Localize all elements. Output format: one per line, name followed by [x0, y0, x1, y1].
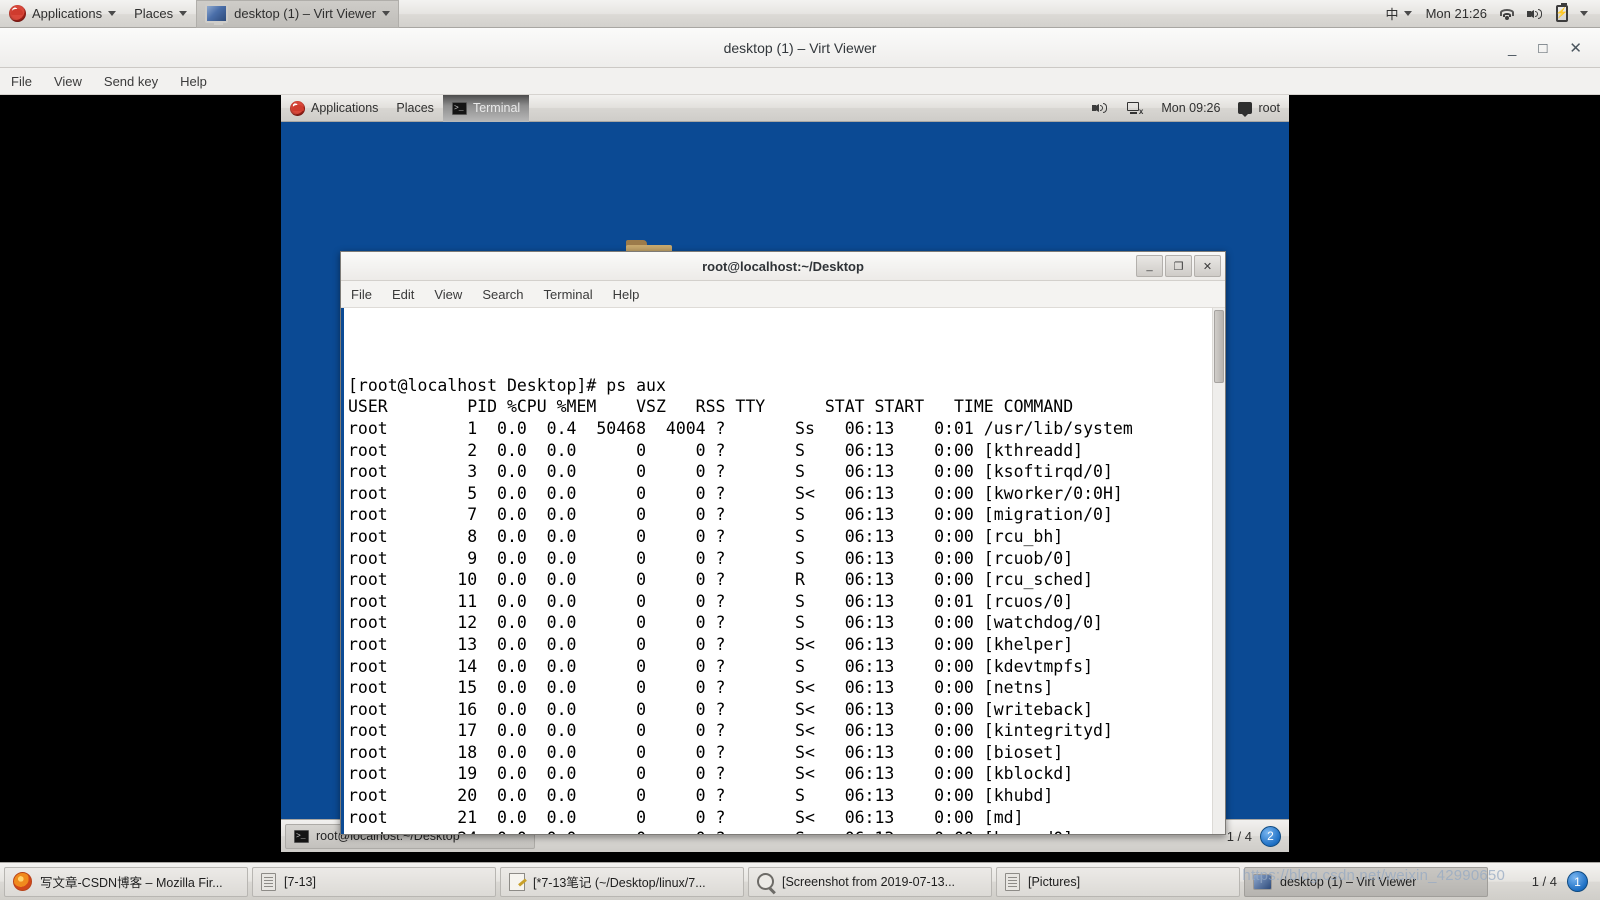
host-applications-menu[interactable]: Applications — [0, 0, 125, 28]
battery-icon[interactable]: ⚡ — [1556, 3, 1568, 22]
terminal-window-controls: _ ❐ ✕ — [1136, 255, 1221, 277]
network-disconnected-icon: x — [1127, 101, 1143, 115]
volume-icon — [1092, 101, 1109, 115]
host-system-tray: 中 Mon 21:26 ⚡ — [1384, 0, 1600, 28]
host-top-panel: Applications Places desktop (1) – Virt V… — [0, 0, 1600, 28]
close-button[interactable]: ✕ — [1569, 41, 1582, 56]
host-places-label: Places — [134, 6, 174, 21]
taskbar-item-label: desktop (1) – Virt Viewer — [1280, 874, 1417, 889]
virt-viewer-title: desktop (1) – Virt Viewer — [723, 39, 877, 56]
document-icon — [261, 872, 276, 891]
screen: Applications Places desktop (1) – Virt V… — [0, 0, 1600, 900]
guest-taskbar-right: 1 / 4 2 — [1227, 825, 1285, 847]
chevron-down-icon — [179, 11, 188, 16]
terminal-scrollbar[interactable] — [1212, 308, 1225, 834]
menu-view[interactable]: View — [43, 68, 93, 95]
terminal-close-button[interactable]: ✕ — [1194, 255, 1221, 277]
terminal-left-edge — [341, 308, 344, 834]
guest-places-menu[interactable]: Places — [387, 95, 443, 122]
user-icon — [1238, 102, 1253, 117]
terminal-title: root@localhost:~/Desktop — [702, 258, 864, 274]
terminal-window[interactable]: root@localhost:~/Desktop _ ❐ ✕ File Edit… — [340, 251, 1226, 835]
taskbar-item-label: [7-13] — [284, 874, 316, 889]
taskbar-item-7-13[interactable]: [7-13] — [252, 866, 496, 897]
host-window-task-label: desktop (1) – Virt Viewer — [234, 6, 377, 21]
menu-help[interactable]: Help — [169, 68, 218, 95]
host-workspace-pager[interactable]: 1 / 4 — [1532, 874, 1557, 889]
redhat-icon — [9, 5, 26, 22]
host-taskbar-right: 1 / 4 1 — [1532, 871, 1596, 892]
notes-icon — [509, 872, 525, 891]
guest-window-task-label: Terminal — [472, 101, 521, 115]
terminal-output[interactable]: [root@localhost Desktop]# ps aux USER PI… — [341, 308, 1225, 834]
guest-applications-label: Applications — [311, 101, 379, 115]
guest-top-panel: Applications Places >_ Terminal x Mon 09… — [281, 94, 1289, 122]
terminal-menu-file[interactable]: File — [341, 281, 382, 308]
host-taskbar: 写文章-CSDN博客 – Mozilla Fir... [7-13] [*7-1… — [0, 862, 1600, 900]
taskbar-item-pictures[interactable]: [Pictures] — [996, 866, 1240, 897]
notification-badge[interactable]: 2 — [1260, 825, 1281, 847]
terminal-icon: >_ — [294, 829, 309, 843]
terminal-menu-terminal[interactable]: Terminal — [534, 281, 603, 308]
terminal-minimize-button[interactable]: _ — [1136, 255, 1163, 277]
terminal-menu-edit[interactable]: Edit — [382, 281, 424, 308]
terminal-menubar: File Edit View Search Terminal Help — [341, 281, 1225, 308]
guest-user-label: root — [1258, 101, 1280, 115]
guest-window-task-terminal[interactable]: >_ Terminal — [442, 94, 530, 122]
taskbar-item-label: [Pictures] — [1028, 874, 1081, 889]
terminal-maximize-button[interactable]: ❐ — [1165, 255, 1192, 277]
guest-network-icon[interactable]: x — [1118, 95, 1152, 122]
host-window-task-virt-viewer[interactable]: desktop (1) – Virt Viewer — [196, 0, 400, 28]
terminal-text-content: [root@localhost Desktop]# ps aux USER PI… — [348, 375, 1133, 834]
host-clock[interactable]: Mon 21:26 — [1426, 6, 1487, 21]
document-icon — [1005, 872, 1020, 891]
guest-clock-label: Mon 09:26 — [1161, 101, 1221, 115]
minimize-button[interactable]: _ — [1508, 41, 1516, 56]
terminal-menu-search[interactable]: Search — [472, 281, 533, 308]
chevron-down-icon — [108, 11, 117, 16]
firefox-icon — [13, 872, 32, 891]
terminal-titlebar: root@localhost:~/Desktop _ ❐ ✕ — [341, 252, 1225, 281]
menu-file[interactable]: File — [0, 68, 43, 95]
maximize-button[interactable]: □ — [1538, 41, 1547, 56]
guest-clock[interactable]: Mon 09:26 — [1152, 95, 1229, 122]
virt-viewer-menubar: File View Send key Help — [0, 68, 1600, 95]
guest-volume-icon[interactable] — [1083, 95, 1118, 122]
guest-applications-menu[interactable]: Applications — [281, 95, 387, 122]
virt-viewer-titlebar: desktop (1) – Virt Viewer _ □ ✕ — [0, 28, 1600, 68]
workspace-pager[interactable]: 1 / 4 — [1227, 829, 1252, 844]
taskbar-item-notes[interactable]: [*7-13笔记 (~/Desktop/linux/7... — [500, 866, 744, 897]
guest-user-menu[interactable]: root — [1229, 95, 1289, 122]
screenshot-icon — [757, 873, 774, 890]
virt-viewer-window-controls: _ □ ✕ — [1508, 28, 1592, 68]
host-notification-badge[interactable]: 1 — [1567, 871, 1588, 892]
taskbar-item-screenshot[interactable]: [Screenshot from 2019-07-13... — [748, 866, 992, 897]
terminal-scrollbar-thumb[interactable] — [1214, 310, 1224, 383]
host-places-menu[interactable]: Places — [125, 0, 196, 28]
menu-send-key[interactable]: Send key — [93, 68, 169, 95]
taskbar-item-label: [*7-13笔记 (~/Desktop/linux/7... — [533, 876, 706, 890]
host-applications-label: Applications — [32, 6, 103, 21]
chevron-down-icon[interactable] — [1580, 11, 1588, 16]
chevron-down-icon — [1403, 11, 1412, 16]
terminal-icon: >_ — [451, 101, 467, 115]
guest-places-label: Places — [396, 101, 434, 115]
terminal-menu-help[interactable]: Help — [603, 281, 650, 308]
chevron-down-icon — [382, 11, 391, 16]
taskbar-item-label: [Screenshot from 2019-07-13... — [782, 874, 956, 889]
virt-viewer-thumbnail-icon — [205, 4, 229, 25]
terminal-menu-view[interactable]: View — [424, 281, 472, 308]
taskbar-item-label: 写文章-CSDN博客 – Mozilla Fir... — [40, 876, 223, 890]
taskbar-item-virt-viewer[interactable]: desktop (1) – Virt Viewer — [1244, 866, 1488, 897]
input-method-indicator[interactable]: 中 — [1384, 0, 1414, 28]
volume-icon[interactable] — [1527, 7, 1544, 21]
redhat-icon — [290, 100, 305, 116]
virt-viewer-icon — [1253, 873, 1272, 890]
input-method-label: 中 — [1385, 7, 1399, 22]
taskbar-item-firefox[interactable]: 写文章-CSDN博客 – Mozilla Fir... — [4, 866, 248, 897]
wifi-icon[interactable] — [1499, 7, 1515, 20]
